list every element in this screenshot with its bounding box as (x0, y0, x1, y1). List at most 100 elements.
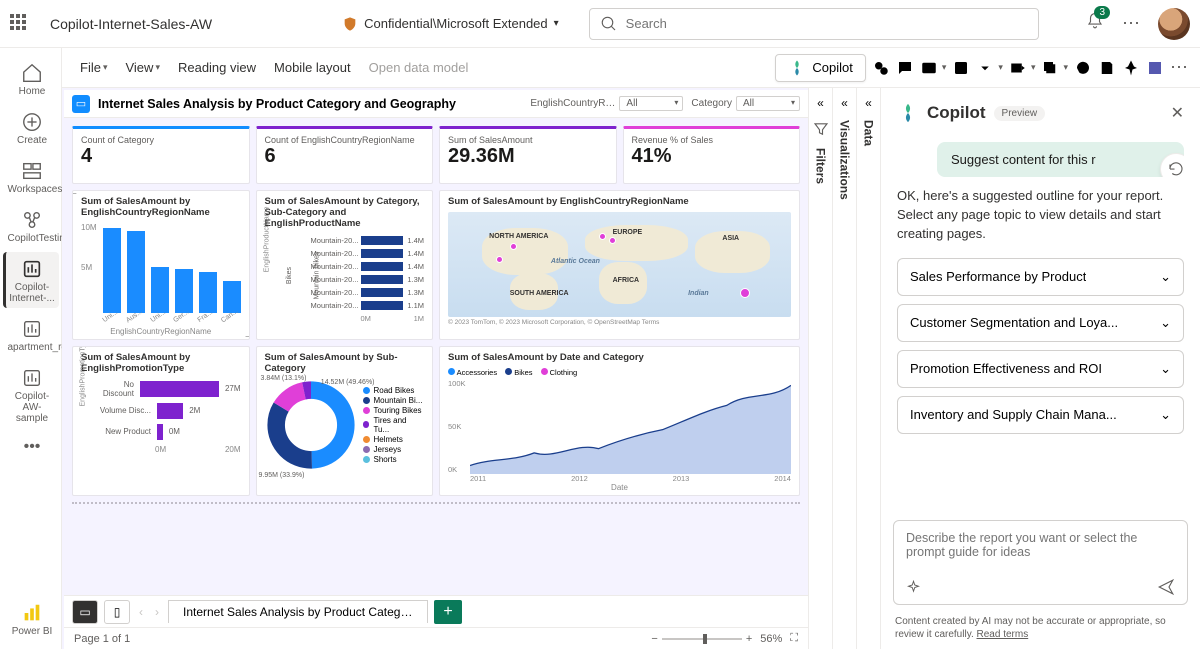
copilot-input-box[interactable] (893, 520, 1188, 605)
copilot-pane: Copilot Preview ✕ Suggest content for th… (880, 88, 1200, 649)
kpi-country-count[interactable]: Count of EnglishCountryRegionName6 (256, 126, 434, 184)
viz-sales-by-product-hbar[interactable]: Sum of SalesAmount by Category, Sub-Cate… (256, 190, 434, 340)
suggestion-1[interactable]: Sales Performance by Product⌄ (897, 258, 1184, 296)
mobile-layout-icon[interactable]: ▯ (104, 600, 130, 624)
report-title-bar: ▭ Internet Sales Analysis by Product Cat… (64, 90, 808, 118)
nav-create[interactable]: Create (3, 105, 59, 150)
pin-icon[interactable] (1122, 59, 1140, 77)
nav-workspaces[interactable]: Workspaces (3, 154, 59, 199)
more-options-icon[interactable]: ⋯ (1122, 13, 1140, 34)
report-title: Internet Sales Analysis by Product Categ… (98, 97, 456, 111)
zoom-out-icon[interactable]: − (651, 633, 657, 645)
copilot-textarea[interactable] (906, 531, 1175, 569)
viz-sales-by-date-area[interactable]: Sum of SalesAmount by Date and Category … (439, 346, 800, 496)
model-icon (21, 209, 43, 231)
data-pane-collapsed[interactable]: « Data (856, 88, 880, 649)
shield-icon (342, 16, 358, 32)
menu-mobile[interactable]: Mobile layout (268, 56, 357, 79)
sparkle-icon[interactable] (906, 580, 921, 595)
report-type-icon: ▭ (72, 95, 90, 113)
viz-sales-donut[interactable]: Sum of SalesAmount by Sub-Category 3.84M… (256, 346, 434, 496)
fit-page-icon[interactable]: ⛶ (790, 632, 798, 645)
nav-copilot-internet[interactable]: Copilot-Internet-... (3, 252, 59, 308)
ribbon-more-icon[interactable]: ⋯ (1170, 57, 1188, 78)
search-icon (600, 15, 618, 33)
viz-sales-by-promotion[interactable]: Sum of SalesAmount by EnglishPromotionTy… (72, 346, 250, 496)
report-icon (21, 258, 43, 280)
subscribe-icon[interactable] (920, 59, 938, 77)
sensitivity-label[interactable]: Confidential\Microsoft Extended ▾ (342, 16, 559, 32)
menu-file[interactable]: File▾ (74, 56, 113, 79)
filters-pane-collapsed[interactable]: « Filters (808, 88, 832, 649)
refresh-button[interactable] (1160, 153, 1184, 177)
teams-icon[interactable] (952, 59, 970, 77)
nav-more[interactable]: ••• (3, 432, 59, 460)
app-name: Copilot-Internet-Sales-AW (50, 16, 212, 32)
copilot-button[interactable]: Copilot (775, 54, 865, 82)
kpi-category-count[interactable]: Count of Category4 (72, 126, 250, 184)
app-launcher-icon[interactable] (10, 14, 30, 34)
chevron-down-icon: ⌄ (1160, 407, 1171, 423)
tab-next-icon: › (152, 605, 162, 619)
slicer-country[interactable]: EnglishCountryR…All (530, 96, 683, 111)
menu-view[interactable]: View▾ (119, 56, 165, 79)
close-icon[interactable]: ✕ (1171, 103, 1184, 123)
user-avatar[interactable] (1158, 8, 1190, 40)
teams-app-icon[interactable] (1146, 59, 1164, 77)
nav-home[interactable]: Home (3, 56, 59, 101)
page-tab[interactable]: Internet Sales Analysis by Product Categ… (168, 600, 428, 623)
share-icon[interactable] (1009, 59, 1027, 77)
comment-icon[interactable] (896, 59, 914, 77)
save-icon[interactable] (1098, 59, 1116, 77)
copilot-message: OK, here's a suggested outline for your … (897, 187, 1184, 244)
export-icon[interactable] (976, 59, 994, 77)
ribbon: File▾ View▾ Reading view Mobile layout O… (62, 48, 1200, 88)
refresh-icon (1167, 160, 1184, 177)
copilot-body: Suggest content for this r OK, here's a … (881, 134, 1200, 520)
nav-powerbi[interactable]: Power BI (3, 596, 59, 641)
left-nav-rail: Home Create Workspaces CopilotTesting Co… (0, 48, 62, 649)
desktop-layout-icon[interactable]: ▭ (72, 600, 98, 624)
copilot-logo-icon (897, 102, 919, 124)
duplicate-icon[interactable] (1041, 59, 1059, 77)
page-indicator: Page 1 of 1 (74, 633, 130, 645)
kpi-revenue-pct[interactable]: Revenue % of Sales41% (623, 126, 801, 184)
world-map[interactable]: NORTH AMERICA EUROPE ASIA AFRICA SOUTH A… (448, 212, 791, 317)
page-tab-bar: ▭ ▯ ‹ › Internet Sales Analysis by Produ… (64, 595, 808, 627)
zoom-slider[interactable]: − + (651, 633, 752, 645)
donut-chart[interactable]: 3.84M (13.1%) 14.52M (49.46%) 9.95M (33.… (265, 379, 357, 471)
suggestion-4[interactable]: Inventory and Supply Chain Mana...⌄ (897, 396, 1184, 434)
slicer-category[interactable]: CategoryAll (691, 96, 800, 111)
search-input[interactable] (626, 16, 1028, 31)
send-icon[interactable] (1157, 578, 1175, 596)
suggestion-2[interactable]: Customer Segmentation and Loya...⌄ (897, 304, 1184, 342)
report-icon (21, 367, 43, 389)
canvas-edge (72, 502, 800, 587)
read-terms-link[interactable]: Read terms (977, 629, 1029, 640)
viz-sales-by-country-bar[interactable]: Sum of SalesAmount by EnglishCountryRegi… (72, 190, 250, 340)
nav-copilot-aw[interactable]: Copilot-AW-sample (3, 361, 59, 428)
report-icon (21, 318, 43, 340)
visualizations-pane-collapsed[interactable]: « Visualizations (832, 88, 856, 649)
refresh-icon[interactable] (1074, 59, 1092, 77)
viz-sales-map[interactable]: Sum of SalesAmount by EnglishCountryRegi… (439, 190, 800, 340)
menu-opendata: Open data model (363, 56, 475, 79)
chevron-left-icon: « (841, 96, 848, 110)
notifications-button[interactable]: 3 (1086, 12, 1104, 35)
chevron-down-icon: ⌄ (1160, 315, 1171, 331)
search-box[interactable] (589, 8, 1039, 40)
chevron-left-icon: « (865, 96, 872, 110)
explore-icon[interactable] (872, 59, 890, 77)
nav-apartment[interactable]: apartment_rentals (3, 312, 59, 357)
workspaces-icon (21, 160, 43, 182)
menu-reading[interactable]: Reading view (172, 56, 262, 79)
suggestion-3[interactable]: Promotion Effectiveness and ROI⌄ (897, 350, 1184, 388)
kpi-sales-amount[interactable]: Sum of SalesAmount29.36M (439, 126, 617, 184)
zoom-in-icon[interactable]: + (746, 633, 752, 645)
preview-badge: Preview (994, 106, 1046, 121)
dashboard-grid: Count of Category4 Count of EnglishCount… (64, 118, 808, 595)
add-page-button[interactable]: + (434, 600, 462, 624)
donut-legend: Road Bikes Mountain Bi... Touring Bikes … (363, 386, 425, 464)
nav-copilot-testing[interactable]: CopilotTesting (3, 203, 59, 248)
chevron-down-icon: ▾ (554, 18, 559, 29)
